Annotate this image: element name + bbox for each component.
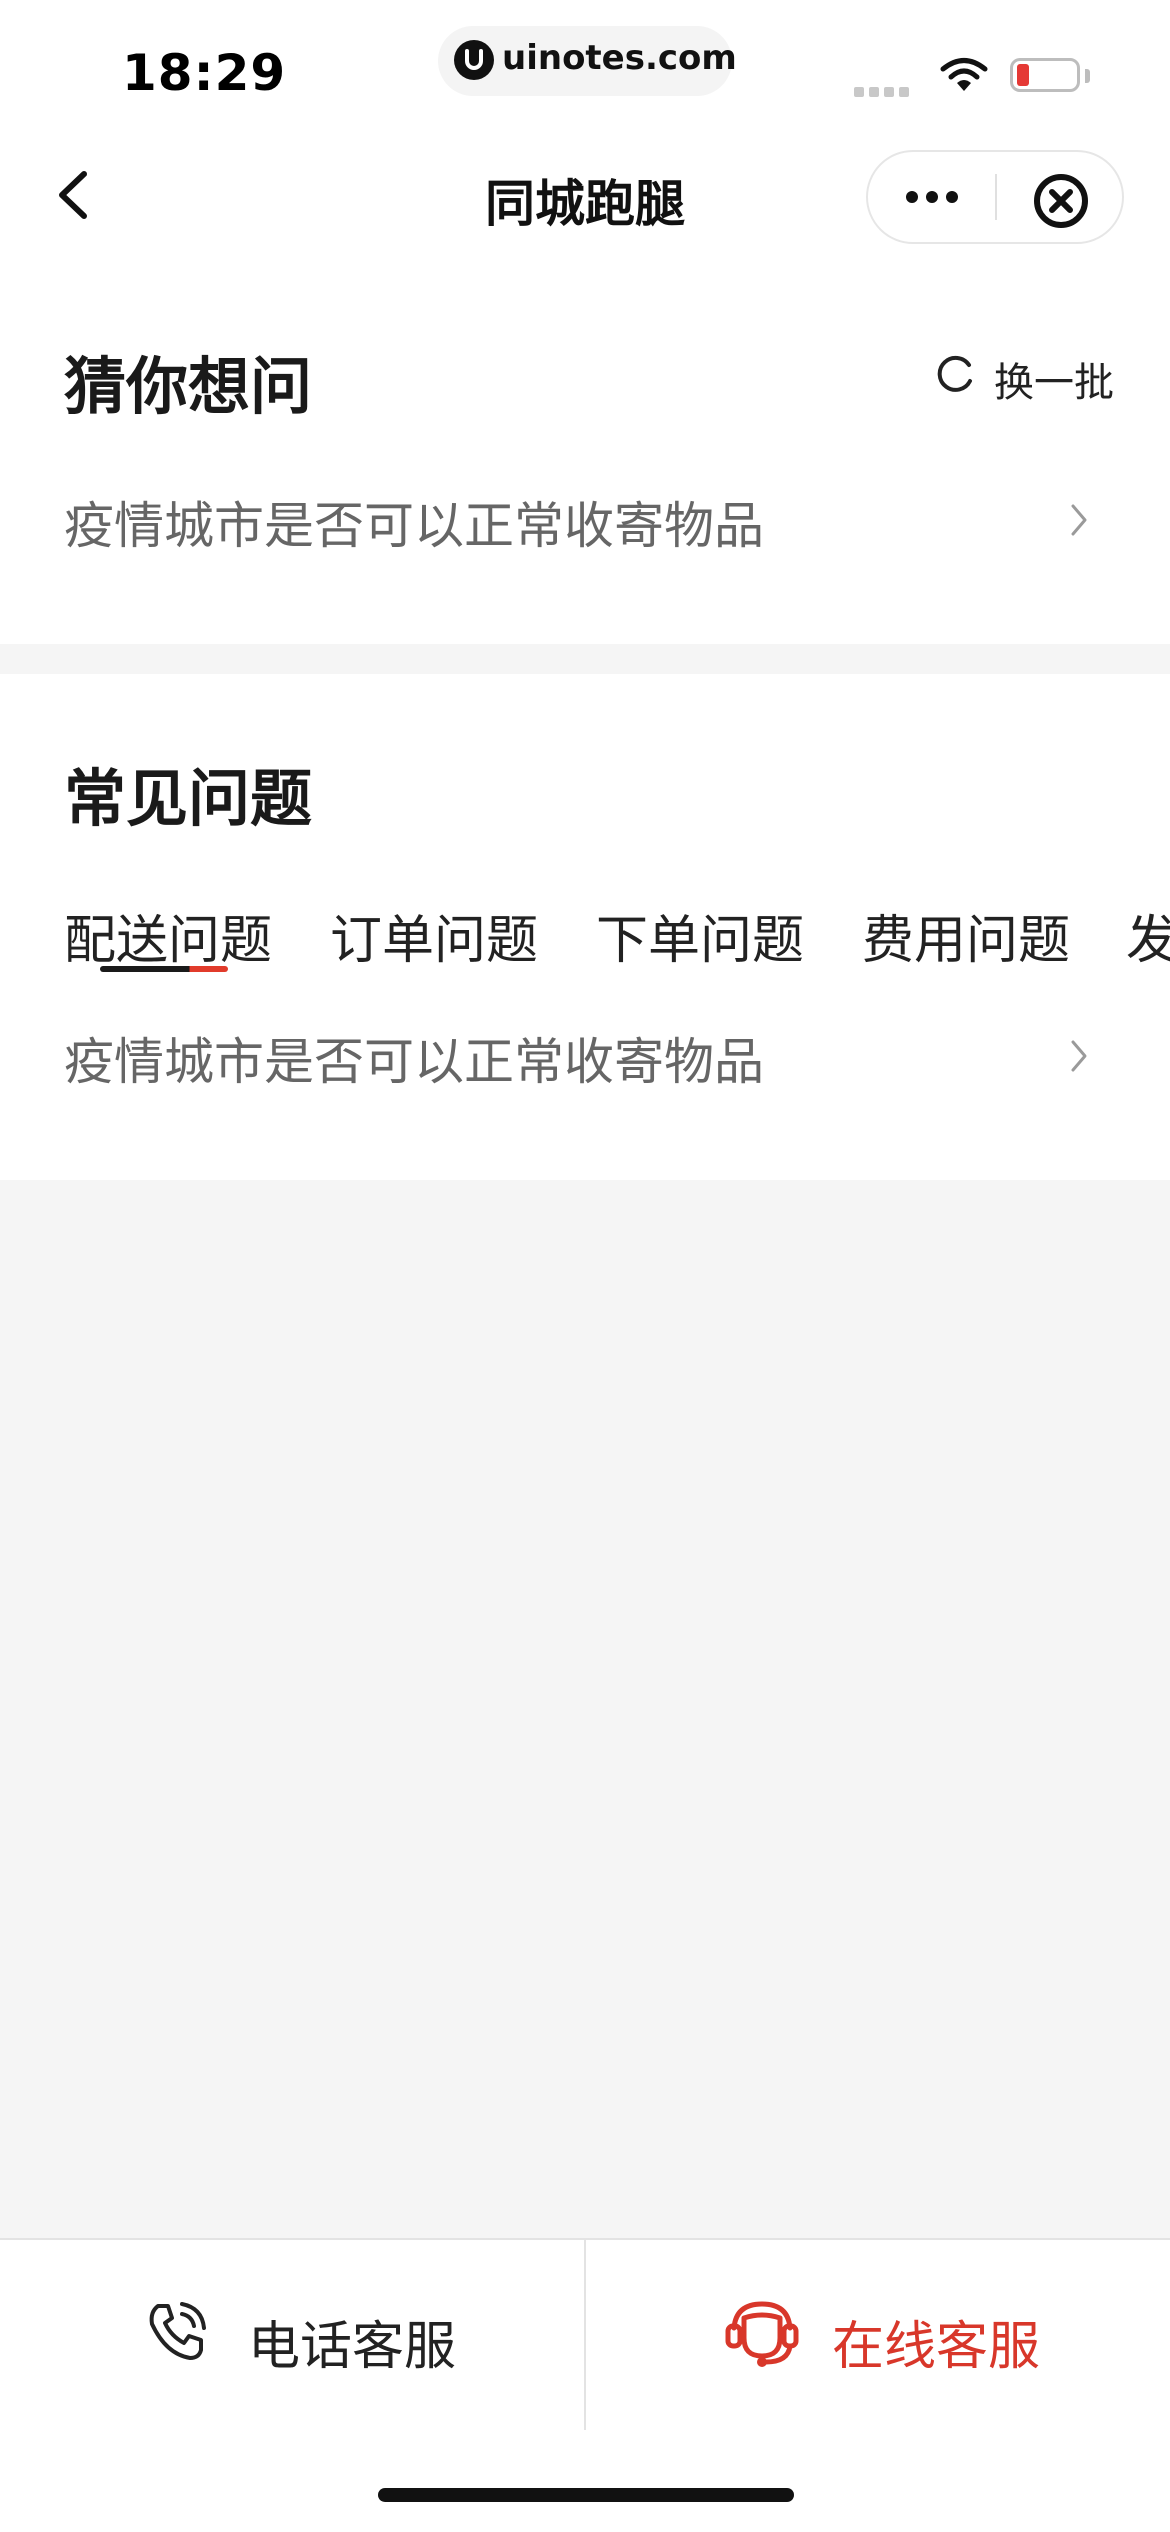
tab-fees[interactable]: 费用问题 xyxy=(862,898,1070,973)
more-dots-icon xyxy=(906,191,958,203)
chevron-right-icon xyxy=(1068,1036,1090,1076)
tab-more-truncated[interactable]: 发 xyxy=(1126,898,1170,973)
battery-cap xyxy=(1085,69,1090,83)
battery-level xyxy=(1017,64,1029,86)
status-time: 18:29 xyxy=(122,44,287,102)
customer-service-icon xyxy=(722,2298,802,2370)
phone-service-label: 电话客服 xyxy=(248,2317,457,2377)
guess-title: 猜你想问 xyxy=(64,350,313,423)
refresh-label: 换一批 xyxy=(994,360,1114,406)
faq-question-text: 疫情城市是否可以正常收寄物品 xyxy=(64,1033,764,1091)
active-tab-indicator xyxy=(100,966,228,972)
online-service-label: 在线客服 xyxy=(832,2317,1041,2377)
close-button[interactable] xyxy=(1032,172,1090,230)
phone-icon xyxy=(144,2300,208,2364)
chevron-right-icon xyxy=(1068,500,1090,540)
close-circle-icon xyxy=(1034,174,1088,228)
site-logo-icon xyxy=(454,40,494,80)
capsule-divider xyxy=(995,174,997,220)
url-text: uinotes.com xyxy=(502,38,737,78)
wifi-icon xyxy=(940,56,988,98)
guess-section xyxy=(0,280,1170,644)
tab-place-order[interactable]: 下单问题 xyxy=(596,898,804,973)
tab-order[interactable]: 订单问题 xyxy=(330,898,538,973)
tab-delivery[interactable]: 配送问题 xyxy=(64,898,272,973)
refresh-icon xyxy=(936,354,976,394)
faq-title: 常见问题 xyxy=(64,762,313,835)
more-button[interactable] xyxy=(900,182,964,212)
home-indicator xyxy=(378,2488,794,2502)
guess-question-text: 疫情城市是否可以正常收寄物品 xyxy=(64,497,764,555)
cellular-signal-icon xyxy=(854,82,914,101)
